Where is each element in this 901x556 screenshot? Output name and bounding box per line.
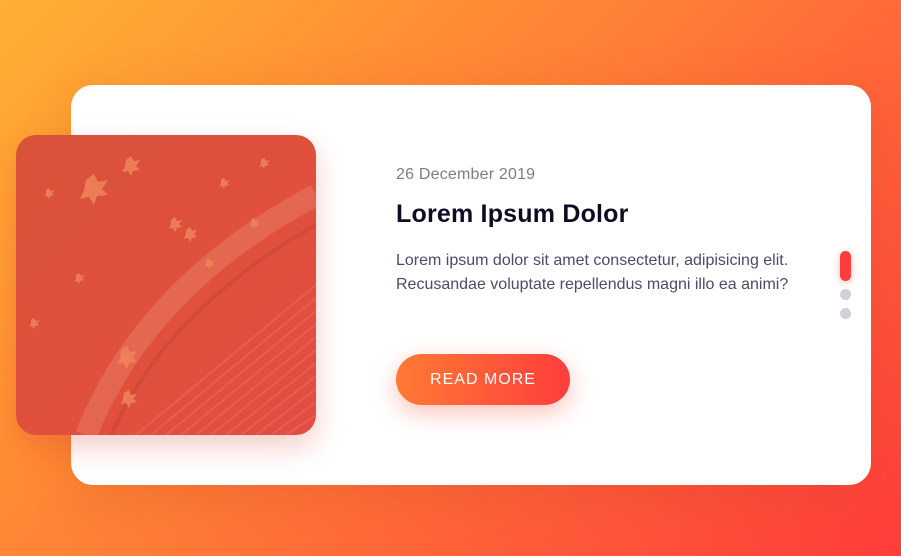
slider-pagination <box>840 251 851 327</box>
post-content: 26 December 2019 Lorem Ipsum Dolor Lorem… <box>396 160 806 297</box>
pagination-dot-1[interactable] <box>840 251 851 281</box>
post-excerpt: Lorem ipsum dolor sit amet consectetur, … <box>396 252 789 293</box>
post-date: 26 December 2019 <box>396 166 536 183</box>
post-image <box>16 135 316 435</box>
post-title: Lorem Ipsum Dolor <box>396 200 629 228</box>
leaves-photo-graphic <box>29 156 316 435</box>
pagination-dot-3[interactable] <box>840 308 851 319</box>
pagination-dot-2[interactable] <box>840 289 851 300</box>
read-more-button[interactable]: READ MORE <box>396 354 570 405</box>
